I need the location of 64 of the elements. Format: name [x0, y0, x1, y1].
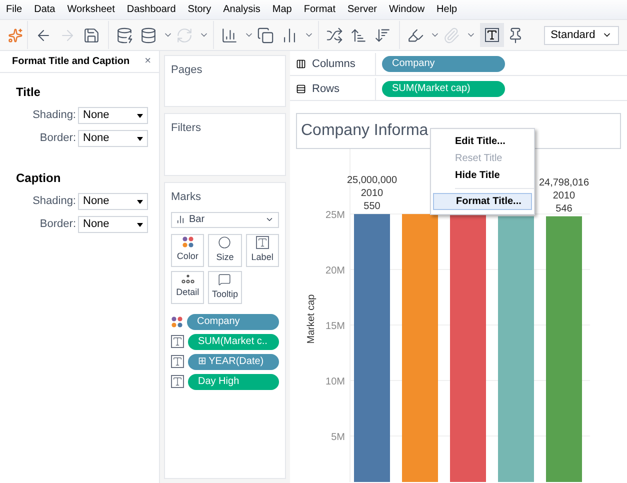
shelf-label: Rows [312, 82, 340, 97]
color-dots-icon [171, 316, 183, 328]
field-label: Shading: [32, 194, 76, 210]
card-title: Filters [171, 122, 201, 134]
mark-property-button[interactable]: Label [246, 234, 279, 266]
axis-tick-label: 25M [326, 210, 345, 222]
dropdown[interactable]: None [78, 107, 148, 124]
dropdown[interactable]: None [78, 193, 148, 210]
text-label-icon [256, 236, 269, 249]
mark-property-button[interactable]: Size [208, 234, 242, 266]
menu-item[interactable]: Format [304, 2, 336, 17]
caret-icon [137, 222, 143, 226]
axis-title: Market cap [306, 294, 317, 344]
mark-type-dropdown[interactable]: Bar [171, 212, 279, 228]
card-title: Marks [171, 190, 202, 205]
data-label: 24,798,016 2010 546 [538, 177, 590, 214]
data-label: 25,000,000 2010 550 [346, 175, 398, 212]
menu-item[interactable]: Map [272, 2, 292, 17]
close-button[interactable]: × [144, 53, 151, 70]
caret-icon [137, 136, 143, 140]
fit-dropdown[interactable]: Standard [544, 26, 619, 44]
caret-icon [265, 215, 274, 224]
panel-title: Format Title and Caption [12, 55, 130, 69]
menu-item[interactable]: Worksheet [67, 2, 115, 17]
menu-item[interactable]: Analysis [223, 2, 260, 17]
mark-property-button[interactable]: Tooltip [208, 270, 242, 304]
menu-item[interactable]: Help [436, 2, 458, 17]
axis-tick-label: 5M [331, 432, 345, 444]
speech-bubble-icon [218, 272, 232, 286]
caret-icon [137, 114, 143, 118]
columns-icon [296, 59, 306, 69]
axis-tick-label: 15M [326, 321, 345, 332]
show-labels-icon[interactable] [480, 23, 504, 47]
rows-icon [296, 84, 306, 94]
menu-item[interactable]: Server [348, 2, 377, 17]
color-dots-icon [182, 236, 194, 248]
menu-item[interactable]: Dashboard [126, 2, 176, 17]
dropdown[interactable]: None [78, 216, 148, 233]
field-label: Border: [40, 131, 76, 146]
text-label-icon [171, 375, 184, 388]
section-heading: Title [16, 84, 42, 101]
menu-item[interactable]: Data [34, 2, 56, 17]
menu-item[interactable]: Hide Title [431, 167, 534, 184]
field-label: Border: [40, 217, 76, 232]
menu-item[interactable]: File [6, 2, 22, 17]
logo-icon[interactable] [8, 28, 23, 42]
caret-icon [137, 200, 143, 204]
menu-item[interactable]: Format Title... [433, 193, 532, 210]
text-label-icon [171, 355, 184, 368]
shelf-label: Columns [312, 56, 356, 72]
text-label-icon [171, 335, 184, 348]
menu-item[interactable]: Story [188, 2, 212, 17]
menu-item[interactable]: Edit Title... [431, 133, 534, 150]
axis-tick-label: 10M [326, 376, 345, 388]
card-title: Pages [171, 64, 202, 76]
mark-property-button[interactable]: Detail [171, 270, 204, 304]
dropdown[interactable]: None [78, 130, 148, 147]
mark-property-button[interactable]: Color [171, 234, 204, 266]
section-heading: Caption [16, 170, 62, 187]
dots-icon [180, 274, 195, 284]
menu-item[interactable]: Window [388, 2, 425, 17]
axis-tick-label: 20M [326, 266, 345, 277]
field-label: Shading: [32, 108, 76, 124]
bar-chart-icon [176, 215, 185, 224]
